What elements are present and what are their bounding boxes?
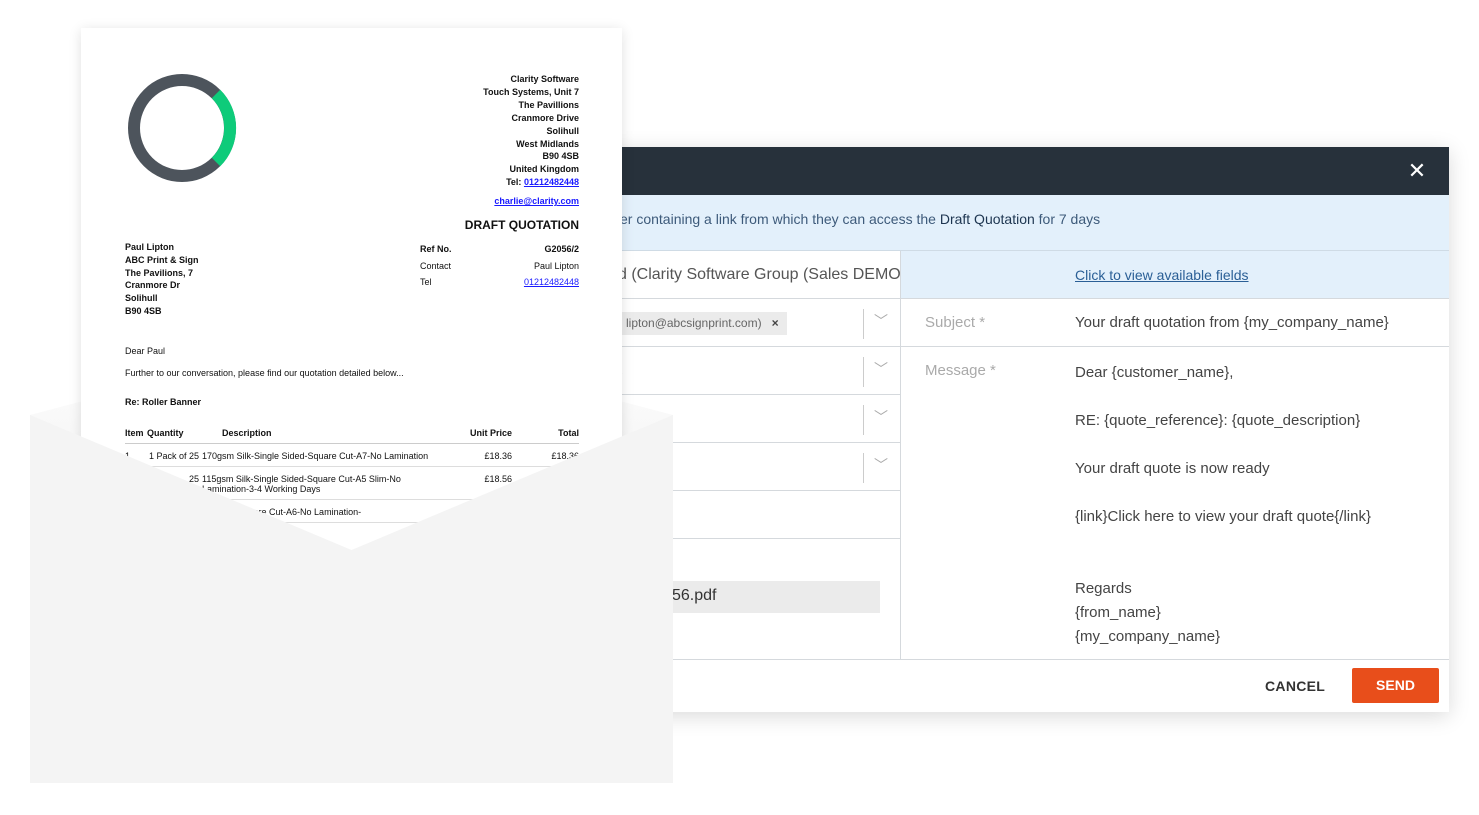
message-line: Regards: [1075, 580, 1132, 597]
message-line: {from_name}: [1075, 604, 1161, 621]
message-line: RE: {quote_reference}: {quote_descriptio…: [1075, 412, 1361, 429]
cell-desc: 170gsm Silk-Single Sided-Square Cut-A7-N…: [202, 451, 429, 461]
message-line: [1075, 529, 1371, 553]
message-line: [1075, 385, 1371, 409]
subject-row[interactable]: Subject * Your draft quotation from {my_…: [901, 299, 1449, 347]
message-label: Message *: [925, 362, 996, 379]
customer-address: Paul Lipton ABC Print & Sign The Pavilions…: [125, 242, 199, 316]
greeting: Dear Paul: [125, 346, 166, 356]
customer-tel-link[interactable]: 01212482448: [524, 274, 579, 291]
cell-unit: £18.36: [484, 451, 512, 461]
message-line: [1075, 481, 1371, 505]
available-fields-link[interactable]: Click to view available fields: [1075, 267, 1249, 283]
company-logo: [128, 74, 237, 182]
dialog-header: ✕: [560, 147, 1449, 195]
message-line: {link}Click here to view your draft quot…: [1075, 508, 1371, 525]
cell-qty: 1 Pack of 25: [148, 451, 199, 461]
reference-block: Ref No. G2056/2 Contact Paul Lipton Tel 012…: [420, 241, 579, 291]
message-line: Your draft quote is now ready: [1075, 460, 1270, 477]
chevron-down-icon[interactable]: ﹀: [874, 311, 888, 331]
message-line: [1075, 553, 1371, 577]
info-banner: er containing a link from which they can…: [560, 195, 1449, 251]
company-address: Clarity Software Touch Systems, Unit 7 The…: [483, 74, 579, 207]
subject-label: Subject *: [925, 314, 986, 331]
chevron-down-icon[interactable]: ﹀: [874, 407, 888, 427]
intro-text: Further to our conversation, please find…: [125, 368, 404, 378]
message-line: Dear {customer_name},: [1075, 364, 1234, 381]
table-row: 11 Pack of 25170gsm Silk-Single Sided-Sq…: [125, 444, 579, 467]
chevron-down-icon[interactable]: ﹀: [874, 359, 888, 379]
subject-input[interactable]: Your draft quotation from {my_company_na…: [1075, 314, 1389, 331]
message-column: Click to view available fields Subject *…: [901, 251, 1449, 659]
message-input[interactable]: Dear {customer_name}, RE: {quote_referen…: [1075, 361, 1371, 649]
document-title: DRAFT QUOTATION: [464, 218, 579, 232]
cell-desc: 115gsm Silk-Single Sided-Square Cut-A5 S…: [202, 474, 401, 494]
close-icon[interactable]: ✕: [1405, 159, 1429, 183]
company-tel-link[interactable]: 01212482448: [524, 177, 579, 187]
subject-line: Re: Roller Banner: [125, 397, 202, 407]
message-row[interactable]: Message * Dear {customer_name}, RE: {quo…: [901, 347, 1449, 658]
chevron-down-icon[interactable]: ﹀: [874, 455, 888, 475]
recipient-chip: lipton@abcsignprint.com) ×: [618, 312, 787, 335]
attachment-chip[interactable]: 56.pdf: [650, 581, 880, 613]
message-line: {my_company_name}: [1075, 628, 1221, 645]
cancel-button[interactable]: CANCEL: [1265, 678, 1325, 694]
message-line: [1075, 433, 1371, 457]
remove-recipient-icon[interactable]: ×: [772, 316, 779, 330]
send-quote-dialog: ✕ er containing a link from which they c…: [560, 147, 1449, 712]
email-link[interactable]: charlie@clarity.com: [494, 196, 579, 206]
send-button[interactable]: SEND: [1352, 668, 1439, 703]
dialog-footer: CANCEL SEND: [560, 659, 1449, 712]
